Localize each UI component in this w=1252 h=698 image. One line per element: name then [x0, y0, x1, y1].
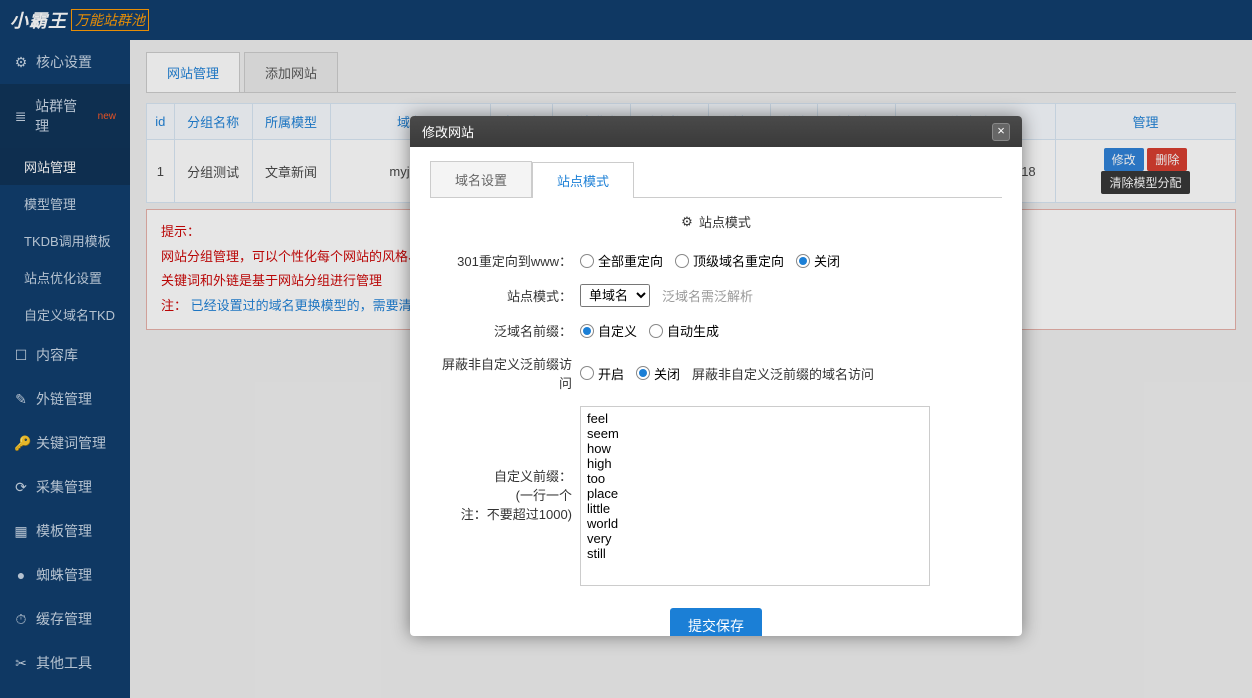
modal-tab-sitemode[interactable]: 站点模式	[532, 162, 634, 198]
label-sitemode: 站点模式：	[430, 286, 580, 305]
radio-redirect-all[interactable]: 全部重定向	[580, 251, 663, 270]
gear-icon: ⚙	[681, 214, 693, 230]
radio-prefix-custom[interactable]: 自定义	[580, 321, 637, 340]
submit-row: 提交保存	[430, 600, 1002, 636]
submit-button[interactable]: 提交保存	[670, 608, 762, 636]
label-custom-prefix: 自定义前缀： (一行一个 注：不要超过1000)	[430, 406, 580, 523]
row-prefix-mode: 泛域名前缀： 自定义 自动生成	[430, 321, 1002, 340]
section-header: ⚙ 站点模式	[430, 212, 1002, 231]
radio-prefix-auto[interactable]: 自动生成	[649, 321, 719, 340]
modal-titlebar: 修改网站 ×	[410, 116, 1022, 147]
radio-redirect-top[interactable]: 顶级域名重定向	[675, 251, 784, 270]
label-redirect: 301重定向到www：	[430, 251, 580, 270]
modal-title-text: 修改网站	[422, 122, 474, 141]
label-prefix-mode: 泛域名前缀：	[430, 321, 580, 340]
modal-tab-domain[interactable]: 域名设置	[430, 161, 532, 197]
radio-redirect-off[interactable]: 关闭	[796, 251, 840, 270]
textarea-prefixes[interactable]	[580, 406, 930, 586]
row-custom-prefix: 自定义前缀： (一行一个 注：不要超过1000)	[430, 406, 1002, 586]
select-sitemode[interactable]: 单域名	[580, 284, 650, 307]
section-title: 站点模式	[699, 212, 751, 231]
modal-edit-website: 修改网站 × 域名设置 站点模式 ⚙ 站点模式 301重定向到www： 全部重定…	[410, 116, 1022, 636]
row-sitemode: 站点模式： 单域名 泛域名需泛解析	[430, 284, 1002, 307]
modal-body: 域名设置 站点模式 ⚙ 站点模式 301重定向到www： 全部重定向 顶级域名重…	[410, 147, 1022, 636]
label-block: 屏蔽非自定义泛前缀访问	[430, 354, 580, 392]
radio-block-off[interactable]: 关闭	[636, 364, 680, 383]
hint-sitemode: 泛域名需泛解析	[662, 286, 753, 305]
radio-block-on[interactable]: 开启	[580, 364, 624, 383]
close-icon[interactable]: ×	[992, 123, 1010, 141]
hint-block: 屏蔽非自定义泛前缀的域名访问	[692, 364, 874, 383]
row-block: 屏蔽非自定义泛前缀访问 开启 关闭 屏蔽非自定义泛前缀的域名访问	[430, 354, 1002, 392]
row-redirect: 301重定向到www： 全部重定向 顶级域名重定向 关闭	[430, 251, 1002, 270]
modal-tabs: 域名设置 站点模式	[430, 161, 1002, 198]
